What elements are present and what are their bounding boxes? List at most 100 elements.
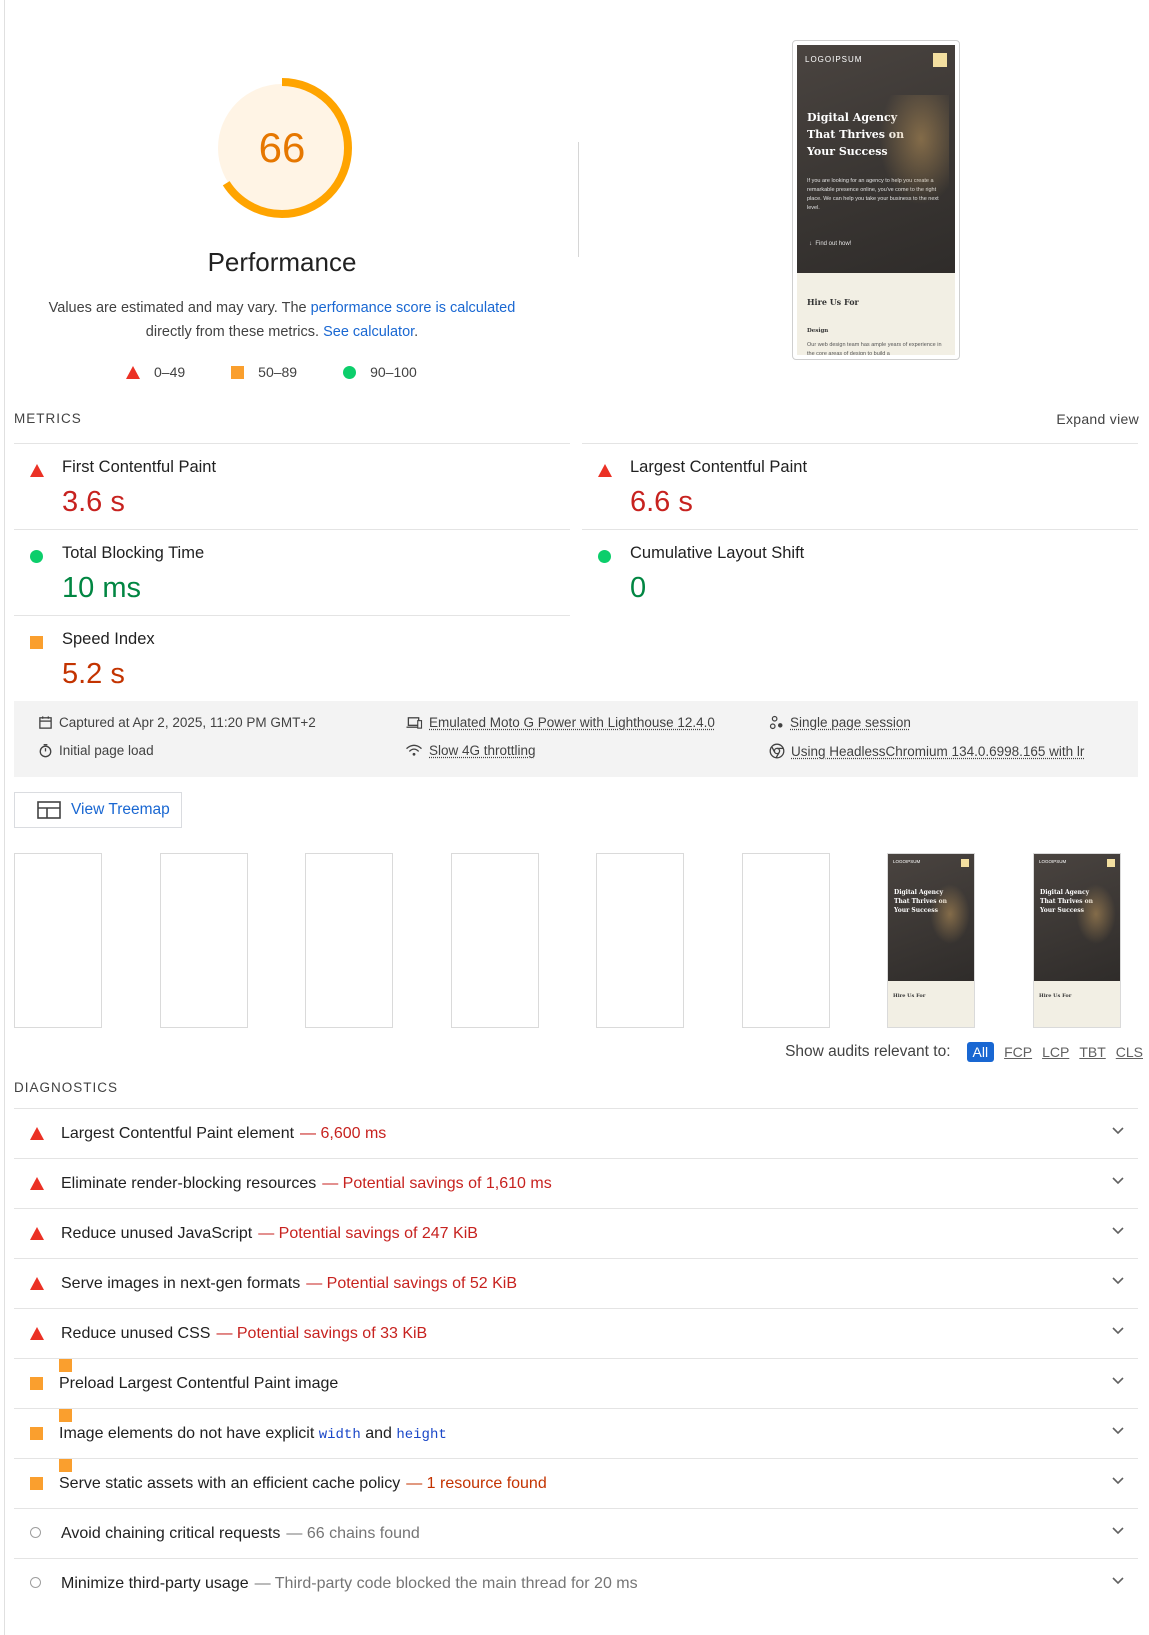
runtime-settings: Captured at Apr 2, 2025, 11:20 PM GMT+2 … xyxy=(14,701,1138,777)
audit-text: Reduce unused CSS — Potential savings of … xyxy=(61,1309,427,1359)
metric-value: 3.6 s xyxy=(62,486,125,518)
page-left-border xyxy=(4,0,5,1635)
score-calculated-link[interactable]: performance score is calculated xyxy=(311,300,516,316)
audit-text: Image elements do not have explicit widt… xyxy=(59,1409,447,1443)
audit-row[interactable]: Reduce unused CSS — Potential savings of … xyxy=(14,1308,1138,1359)
view-treemap-label: View Treemap xyxy=(71,801,170,818)
env-device[interactable]: Emulated Moto G Power with Lighthouse 12… xyxy=(405,715,715,730)
frame-section-title: Hire Us For xyxy=(1039,993,1072,999)
audit-row[interactable]: Serve static assets with an efficient ca… xyxy=(14,1458,1138,1509)
desc-text: Values are estimated and may vary. The xyxy=(48,300,307,316)
filter-tbt[interactable]: TBT xyxy=(1079,1044,1105,1060)
audit-title: Serve static assets with an efficient ca… xyxy=(59,1475,401,1492)
filmstrip-frame xyxy=(451,853,539,1028)
timer-icon xyxy=(39,744,52,758)
filter-fcp[interactable]: FCP xyxy=(1004,1044,1032,1060)
metric-tbt: Total Blocking Time 10 ms xyxy=(14,529,570,616)
preview-hero: LOGOIPSUM Digital Agency That Thrives on… xyxy=(797,45,955,273)
performance-score: 66 xyxy=(258,124,306,171)
audit-row[interactable]: Avoid chaining critical requests — 66 cha… xyxy=(14,1508,1138,1559)
audit-title: Eliminate render-blocking resources xyxy=(61,1175,317,1192)
audit-detail: — Potential savings of 33 KiB xyxy=(216,1325,428,1342)
metric-title: First Contentful Paint xyxy=(62,458,217,476)
filmstrip-frame xyxy=(305,853,393,1028)
see-calculator-link[interactable]: See calculator xyxy=(323,324,414,340)
frame-section: Hire Us For xyxy=(1034,981,1120,1027)
emulated-device[interactable]: Emulated Moto G Power with Lighthouse 12… xyxy=(429,715,715,730)
frame-menu-icon xyxy=(1107,859,1115,867)
metrics-header: METRICS Expand view xyxy=(14,411,1139,429)
chevron-down-icon xyxy=(1112,1377,1124,1385)
chevron-down-icon xyxy=(1112,1227,1124,1235)
audit-row[interactable]: Serve images in next-gen formats — Potent… xyxy=(14,1258,1138,1309)
filter-cls[interactable]: CLS xyxy=(1116,1044,1143,1060)
env-session[interactable]: Single page session xyxy=(769,715,911,730)
audit-row[interactable]: Largest Contentful Paint element — 6,600 … xyxy=(14,1108,1138,1159)
metric-cls: Cumulative Layout Shift 0 xyxy=(582,529,1138,616)
performance-gauge[interactable]: 66 xyxy=(208,74,356,222)
preview-section-sub: Design xyxy=(807,328,829,334)
legend-pass: 90–100 xyxy=(343,364,417,380)
triangle-icon xyxy=(30,464,44,477)
frame-heading: Digital Agency That Thrives on Your Succ… xyxy=(1040,889,1093,914)
code-height: height xyxy=(396,1427,447,1443)
audit-title: Minimize third-party usage xyxy=(61,1575,249,1592)
frame-logo: LOGOIPSUM xyxy=(1039,859,1067,864)
network-throttling[interactable]: Slow 4G throttling xyxy=(429,743,536,758)
preview-menu-icon xyxy=(933,53,947,67)
metric-lcp: Largest Contentful Paint 6.6 s xyxy=(582,443,1138,530)
single-page-session[interactable]: Single page session xyxy=(790,715,911,730)
filmstrip-frame xyxy=(160,853,248,1028)
desc-suffix: . xyxy=(414,324,419,340)
performance-title: Performance xyxy=(207,247,357,277)
filter-lcp[interactable]: LCP xyxy=(1042,1044,1069,1060)
filmstrip-frame xyxy=(596,853,684,1028)
frame-heading: Digital Agency That Thrives on Your Succ… xyxy=(894,889,947,914)
audit-row[interactable]: Image elements do not have explicit widt… xyxy=(14,1408,1138,1459)
audit-detail: — Potential savings of 1,610 ms xyxy=(322,1175,552,1192)
metric-fcp: First Contentful Paint 3.6 s xyxy=(14,443,570,530)
square-icon xyxy=(30,1477,43,1490)
audit-title: Image elements do not have explicit xyxy=(59,1425,315,1442)
filter-all[interactable]: All xyxy=(966,1042,995,1062)
preview-section: Hire Us For Design Our web design team h… xyxy=(797,273,955,355)
frame-section-title: Hire Us For xyxy=(893,993,926,999)
triangle-icon xyxy=(30,1127,44,1140)
triangle-icon xyxy=(30,1227,44,1240)
devices-icon xyxy=(406,717,423,729)
audit-text: Serve images in next-gen formats — Potent… xyxy=(61,1259,517,1309)
preview-section-text: Our web design team has ample years of e… xyxy=(807,342,942,355)
audit-title: Largest Contentful Paint element xyxy=(61,1125,295,1142)
expand-view-toggle[interactable]: Expand view xyxy=(1056,411,1139,427)
audit-row[interactable]: Eliminate render-blocking resources — Pot… xyxy=(14,1158,1138,1209)
filmstrip-frame: LOGOIPSUM Digital Agency That Thrives on… xyxy=(887,853,975,1028)
initial-page-load: Initial page load xyxy=(59,743,154,758)
circle-icon xyxy=(30,550,43,563)
audit-detail: — Potential savings of 247 KiB xyxy=(258,1225,478,1242)
final-screenshot[interactable]: LOGOIPSUM Digital Agency That Thrives on… xyxy=(792,40,960,360)
audit-title: Avoid chaining critical requests xyxy=(61,1525,281,1542)
view-treemap-button[interactable]: View Treemap xyxy=(14,792,182,828)
chevron-down-icon xyxy=(1112,1177,1124,1185)
audit-detail: — 6,600 ms xyxy=(300,1125,387,1142)
audit-row[interactable]: Reduce unused JavaScript — Potential savi… xyxy=(14,1208,1138,1259)
filmstrip-frame: LOGOIPSUM Digital Agency That Thrives on… xyxy=(1033,853,1121,1028)
audit-text: Avoid chaining critical requests — 66 cha… xyxy=(61,1509,420,1559)
env-browser[interactable]: Using HeadlessChromium 134.0.6998.165 wi… xyxy=(769,743,1084,759)
audit-row[interactable]: Minimize third-party usage — Third-party … xyxy=(14,1558,1138,1609)
env-throttle[interactable]: Slow 4G throttling xyxy=(405,743,536,758)
metric-value: 6.6 s xyxy=(630,486,693,518)
triangle-icon xyxy=(30,1177,44,1190)
filmstrip-frame xyxy=(742,853,830,1028)
info-circle-icon xyxy=(30,1527,41,1538)
frame-menu-icon xyxy=(961,859,969,867)
browser-version[interactable]: Using HeadlessChromium 134.0.6998.165 wi… xyxy=(791,744,1084,759)
header-divider xyxy=(578,142,579,257)
chrome-icon xyxy=(769,743,785,759)
metric-title: Total Blocking Time xyxy=(62,544,205,562)
metric-value: 10 ms xyxy=(62,572,141,604)
audit-filter: Show audits relevant to: All FCP LCP TBT… xyxy=(785,1042,1143,1062)
metric-title: Speed Index xyxy=(62,630,155,648)
filmstrip-frame xyxy=(14,853,102,1028)
audit-row[interactable]: Preload Largest Contentful Paint image xyxy=(14,1358,1138,1409)
